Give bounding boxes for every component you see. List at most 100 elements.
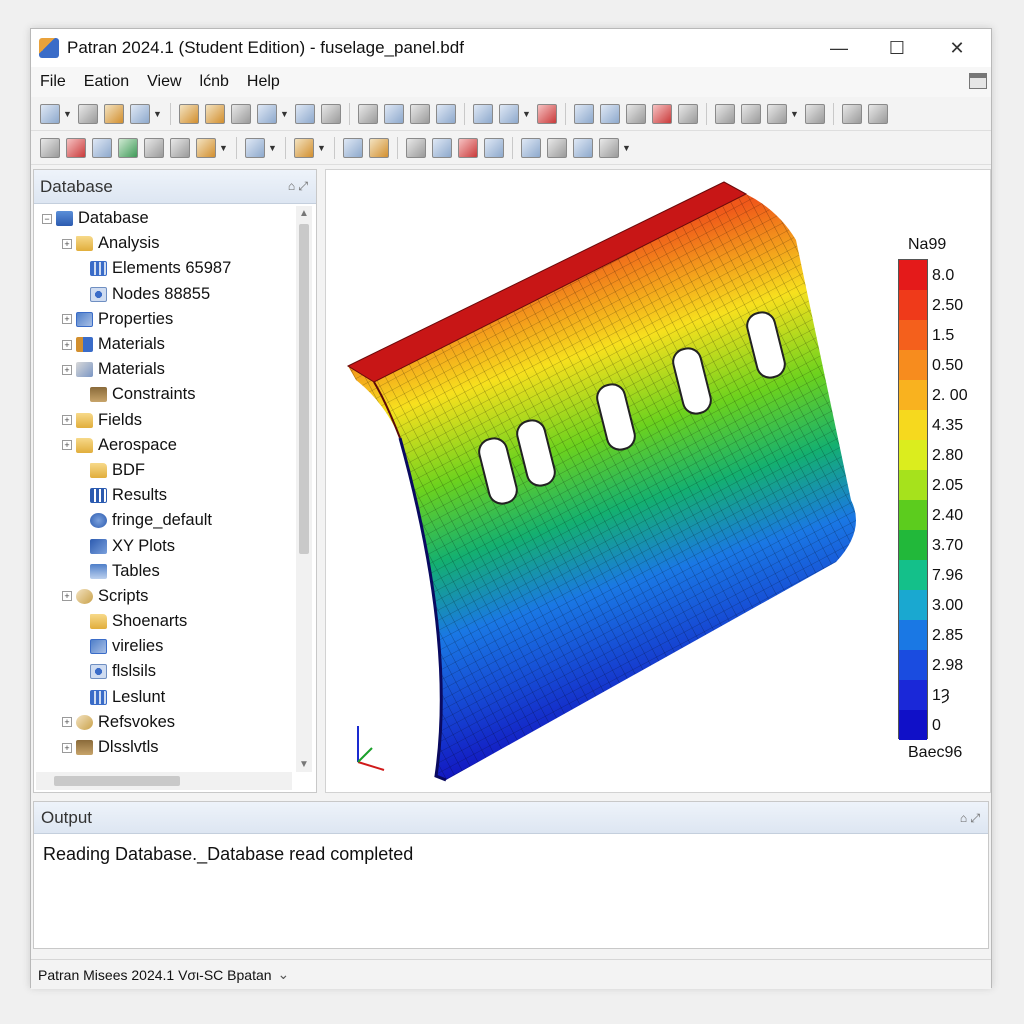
pin-icon[interactable] [537, 103, 557, 124]
expand-icon[interactable]: + [62, 717, 72, 728]
chevron-down-icon[interactable]: ▼ [153, 109, 162, 119]
tree-item[interactable]: + Materials [34, 357, 296, 382]
shell-icon[interactable] [144, 137, 164, 158]
columns-icon[interactable] [547, 137, 567, 158]
link-icon[interactable] [205, 103, 225, 124]
tree-item[interactable]: flslsils [34, 659, 296, 684]
menu-view[interactable]: View [138, 73, 190, 91]
tree-item[interactable]: Nodes 88855 [34, 282, 296, 307]
tree-item[interactable]: fringe_default [34, 508, 296, 533]
settings-icon[interactable] [842, 103, 862, 124]
display-icon[interactable] [499, 103, 519, 124]
bookmark-icon[interactable] [432, 137, 452, 158]
tree-item[interactable]: + Materials [34, 332, 296, 357]
expand-icon[interactable]: + [62, 742, 72, 753]
zoom-icon[interactable] [384, 103, 404, 124]
panel-pin-icon[interactable]: ⌂ ⤢ [960, 811, 980, 826]
copy-icon[interactable] [78, 103, 98, 124]
brush-icon[interactable] [458, 137, 478, 158]
status-dropdown-icon[interactable]: ⌄ [278, 966, 290, 983]
close-button[interactable]: ✕ [929, 29, 985, 67]
new-geometry-icon[interactable] [40, 103, 60, 124]
expand-icon[interactable]: + [62, 364, 72, 375]
collapse-icon[interactable]: − [42, 213, 52, 224]
edit-view-icon[interactable] [600, 103, 620, 124]
chevron-down-icon[interactable]: ▼ [790, 109, 799, 119]
minimize-button[interactable]: — [811, 29, 867, 67]
chevron-down-icon[interactable]: ▼ [219, 143, 228, 153]
tree-vertical-scrollbar[interactable]: ▲ ▼ [296, 206, 312, 772]
hand-icon[interactable] [741, 103, 761, 124]
view-icon[interactable] [574, 103, 594, 124]
tree-item[interactable]: + Dlsslvtls [34, 735, 296, 760]
line-icon[interactable] [678, 103, 698, 124]
tree-item[interactable]: XY Plots [34, 533, 296, 558]
home-icon[interactable] [170, 137, 190, 158]
sphere-icon[interactable] [406, 137, 426, 158]
tree-item[interactable]: − Database [34, 206, 296, 231]
scroll-thumb[interactable] [299, 224, 309, 554]
pen-icon[interactable] [473, 103, 493, 124]
load-icon[interactable] [196, 137, 216, 158]
chevron-down-icon[interactable]: ▼ [317, 143, 326, 153]
print-icon[interactable] [369, 137, 389, 158]
ruler-icon[interactable] [521, 137, 541, 158]
open-folder-icon[interactable] [104, 103, 124, 124]
tree-item[interactable]: + Aerospace [34, 433, 296, 458]
menu-edit[interactable]: Eation [75, 73, 138, 91]
tree-item[interactable]: virelies [34, 634, 296, 659]
tree-item[interactable]: + Analysis [34, 231, 296, 256]
expand-icon[interactable]: + [62, 591, 72, 602]
search-icon[interactable] [436, 103, 456, 124]
expand-icon[interactable]: + [62, 339, 72, 350]
material-icon[interactable] [92, 137, 112, 158]
chevron-down-icon[interactable]: ▼ [268, 143, 277, 153]
transform-icon[interactable] [321, 103, 341, 124]
chevron-down-icon[interactable]: ▼ [280, 109, 289, 119]
eraser-icon[interactable] [484, 137, 504, 158]
arrow-icon[interactable] [652, 103, 672, 124]
fuselage-panel-model[interactable] [326, 170, 886, 794]
record-icon[interactable] [66, 137, 86, 158]
tree-item[interactable]: + Fields [34, 408, 296, 433]
tree-item[interactable]: Constraints [34, 382, 296, 407]
scroll-up-icon[interactable]: ▲ [299, 208, 309, 219]
cut-icon[interactable] [179, 103, 199, 124]
tree-item[interactable]: + Refsvokes [34, 710, 296, 735]
report-icon[interactable] [343, 137, 363, 158]
expand-icon[interactable]: + [62, 440, 72, 451]
rotate-icon[interactable] [805, 103, 825, 124]
results-icon[interactable] [294, 137, 314, 158]
expand-icon[interactable]: + [62, 238, 72, 249]
shape-icon[interactable] [295, 103, 315, 124]
calculator-icon[interactable] [231, 103, 251, 124]
expand-icon[interactable]: + [62, 314, 72, 325]
group-icon[interactable] [257, 103, 277, 124]
wrench-icon[interactable] [599, 137, 619, 158]
import-icon[interactable] [40, 137, 60, 158]
maximize-button[interactable]: ☐ [869, 29, 925, 67]
element-icon[interactable] [118, 137, 138, 158]
tree-item[interactable]: + Properties [34, 307, 296, 332]
layout-toggle-icon[interactable] [969, 73, 987, 89]
menu-help[interactable]: Help [238, 73, 289, 91]
gear-icon[interactable] [868, 103, 888, 124]
graphics-viewport[interactable]: Na99 8.0 2.50 1.5 0.50 2. 00 4.35 2.80 2.05 2.40… [325, 169, 991, 793]
horizontal-scroll-thumb[interactable] [54, 776, 180, 786]
mesh-icon[interactable] [410, 103, 430, 124]
tree-item[interactable]: Leslunt [34, 685, 296, 710]
save-icon[interactable] [130, 103, 150, 124]
vehicle-icon[interactable] [358, 103, 378, 124]
tree-item[interactable]: + Scripts [34, 584, 296, 609]
scroll-down-icon[interactable]: ▼ [299, 759, 309, 770]
arch-icon[interactable] [573, 137, 593, 158]
chevron-down-icon[interactable]: ▼ [63, 109, 72, 119]
chevron-down-icon[interactable]: ▼ [522, 109, 531, 119]
tree-item[interactable]: BDF [34, 458, 296, 483]
tree-item[interactable]: Tables [34, 559, 296, 584]
menu-tools[interactable]: lćnb [191, 73, 238, 91]
panel-pin-icon[interactable]: ⌂ ⤢ [288, 179, 308, 194]
expand-icon[interactable]: + [62, 415, 72, 426]
tree-item[interactable]: Shoenarts [34, 609, 296, 634]
layers-icon[interactable] [767, 103, 787, 124]
